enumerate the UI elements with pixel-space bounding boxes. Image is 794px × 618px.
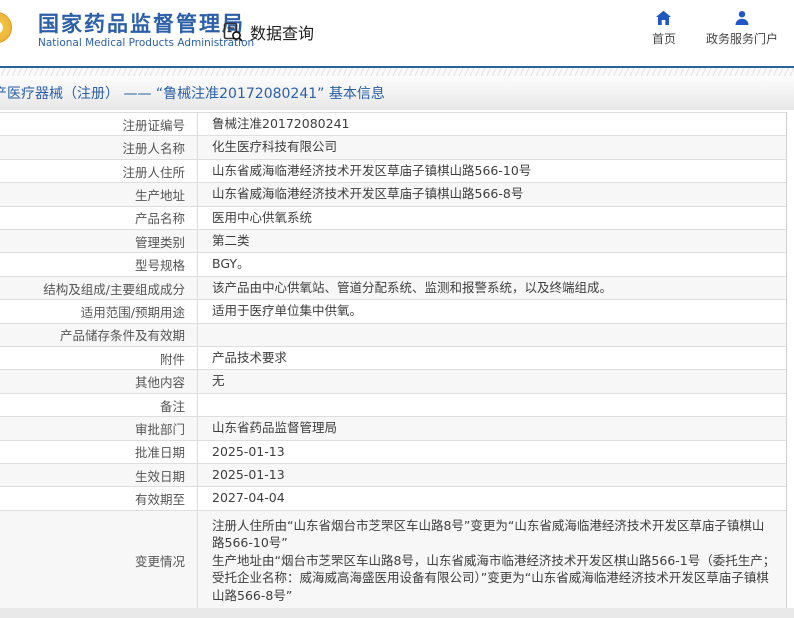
breadcrumb-bar: 产医疗器械（注册） —— “鲁械注准20172080241” 基本信息 [0, 76, 794, 110]
row-value [198, 324, 786, 346]
page: 国家药品监督管理局 National Medical Products Admi… [0, 0, 794, 618]
row-value: 化生医疗科技有限公司 [212, 139, 338, 155]
change-line: 注册人住所由“山东省烟台市芝罘区车山路8号”变更为“山东省威海临港经济技术开发区… [212, 517, 765, 551]
table-row: 注册人住所 山东省威海临港经济技术开发区草庙子镇棋山路566-10号 [0, 159, 786, 184]
table-row: 审批部门 山东省药品监督管理局 [0, 417, 786, 441]
row-value: 2027-04-04 [212, 490, 285, 506]
table-row: 适用范围/预期用途 适用于医疗单位集中供氧。 [0, 300, 786, 324]
change-line: 生产地址由“烟台市芝罘区车山路8号，山东省威海市临港经济技术开发区棋山路566-… [212, 552, 776, 603]
row-label: 变更情况 [0, 510, 198, 608]
table-row: 管理类别 第二类 [0, 230, 786, 254]
row-label: 注册证编号 [0, 113, 198, 136]
row-label: 审批部门 [0, 417, 198, 440]
nmpa-logo [0, 12, 12, 43]
row-label: 生效日期 [0, 464, 198, 487]
row-label: 产品名称 [0, 206, 198, 230]
row-label: 其他内容 [0, 370, 198, 393]
row-label: 注册人住所 [0, 159, 198, 183]
table-row: 附件 产品技术要求 [0, 347, 786, 371]
nav-item-gov-portal[interactable]: 政务服务门户 [706, 10, 778, 47]
row-value: 山东省药品监督管理局 [212, 420, 338, 436]
table-row: 变更情况 注册人住所由“山东省烟台市芝罘区车山路8号”变更为“山东省威海临港经济技… [0, 510, 786, 608]
row-label: 有效期至 [0, 487, 198, 510]
data-query-icon [222, 21, 244, 43]
row-label: 产品储存条件及有效期 [0, 323, 198, 347]
table-row: 生效日期 2025-01-13 [0, 464, 786, 488]
striped-band [0, 68, 794, 76]
row-label: 适用范围/预期用途 [0, 300, 198, 323]
row-value: 2025-01-13 [212, 467, 285, 483]
row-label: 型号规格 [0, 253, 198, 276]
row-value: 适用于医疗单位集中供氧。 [212, 303, 363, 319]
row-value: 鲁械注准20172080241 [212, 116, 350, 131]
row-value: 注册人住所由“山东省烟台市芝罘区车山路8号”变更为“山东省威海临港经济技术开发区… [198, 511, 786, 608]
top-nav: 首页 政务服务门户 [652, 10, 778, 47]
main-content: 注册证编号 鲁械注准20172080241 注册人名称 化生医疗科技有限公司 注册人住所… [0, 110, 794, 608]
data-query-section: 数据查询 [222, 20, 314, 44]
row-label: 批准日期 [0, 440, 198, 464]
table-row: 结构及组成/主要组成成分 该产品由中心供氧站、管道分配系统、监测和报警系统，以及终… [0, 276, 786, 301]
row-value: 第二类 [212, 233, 250, 249]
table-row: 批准日期 2025-01-13 [0, 440, 786, 465]
table-row: 注册证编号 鲁械注准20172080241 [0, 113, 786, 137]
breadcrumb: 产医疗器械（注册） —— “鲁械注准20172080241” 基本信息 [0, 86, 385, 102]
header: 国家药品监督管理局 National Medical Products Admi… [0, 0, 794, 66]
row-value: 医用中心供氧系统 [212, 209, 313, 225]
footer-strip [0, 608, 794, 618]
table-row: 有效期至 2027-04-04 [0, 487, 786, 511]
row-value: 山东省威海临港经济技术开发区草庙子镇棋山路566-8号 [212, 186, 524, 202]
row-label: 结构及组成/主要组成成分 [0, 276, 198, 300]
nav-label-gov-portal: 政务服务门户 [705, 32, 778, 46]
row-label: 附件 [0, 347, 198, 370]
row-value: 山东省威海临港经济技术开发区草庙子镇棋山路566-10号 [212, 162, 532, 178]
row-value: 产品技术要求 [212, 350, 288, 366]
table-row: 产品名称 医用中心供氧系统 [0, 206, 786, 231]
row-label: 生产地址 [0, 183, 198, 206]
row-label: 备注 [0, 393, 198, 417]
row-value: 无 [212, 373, 225, 389]
row-label: 管理类别 [0, 230, 198, 253]
table-row: 备注 [0, 393, 786, 418]
row-value: 2025-01-13 [212, 443, 285, 459]
table-row: 型号规格 BGY。 [0, 253, 786, 277]
table-row: 产品储存条件及有效期 [0, 323, 786, 348]
org-title-cn: 国家药品监督管理局 [38, 12, 245, 36]
table-row: 生产地址 山东省威海临港经济技术开发区草庙子镇棋山路566-8号 [0, 183, 786, 207]
home-icon [655, 10, 672, 26]
row-label: 注册人名称 [0, 136, 198, 159]
table-row: 其他内容无 [0, 370, 786, 394]
data-query-title: 数据查询 [250, 24, 315, 43]
row-value: 该产品由中心供氧站、管道分配系统、监测和报警系统，以及终端组成。 [212, 279, 613, 295]
row-value [198, 394, 786, 416]
row-value: BGY。 [212, 256, 250, 272]
table-row: 注册人名称 化生医疗科技有限公司 [0, 136, 786, 160]
info-table: 注册证编号 鲁械注准20172080241 注册人名称 化生医疗科技有限公司 注册人住所… [0, 112, 787, 608]
user-icon [734, 10, 750, 26]
nav-item-home[interactable]: 首页 [652, 10, 676, 47]
nav-label-home: 首页 [651, 32, 676, 46]
